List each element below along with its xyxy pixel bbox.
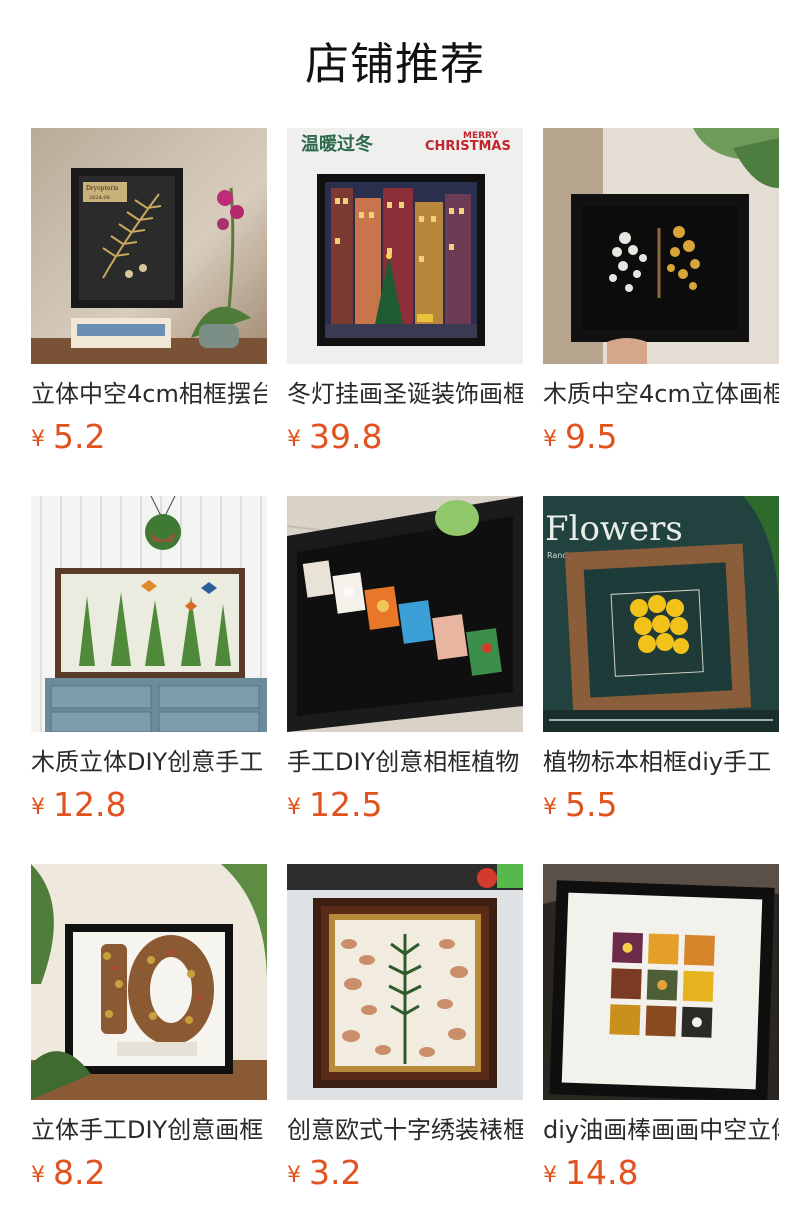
product-image[interactable]: Flowers Random luck in universe <box>543 496 779 732</box>
product-image[interactable] <box>31 864 267 1100</box>
product-price: ¥3.2 <box>287 1153 523 1193</box>
currency-symbol: ¥ <box>543 1163 557 1188</box>
product-price: ¥12.8 <box>31 785 267 825</box>
product-card[interactable]: 创意欧式十字绣装裱框 ¥3.2 <box>287 864 523 1204</box>
product-card[interactable]: 木质中空4cm立体画框 ¥9.5 <box>543 128 779 468</box>
product-price: ¥5.2 <box>31 417 267 457</box>
product-price: ¥8.2 <box>31 1153 267 1193</box>
price-amount: 39.8 <box>309 417 383 456</box>
product-name[interactable]: 手工DIY创意相框植物 <box>287 746 523 778</box>
product-card[interactable]: Dryopteris 2024.09 立体中空4cm相框摆台 ¥ 5.2 <box>31 128 267 468</box>
currency-symbol: ¥ <box>31 427 45 452</box>
currency-symbol: ¥ <box>543 427 557 452</box>
product-price: ¥5.5 <box>543 785 779 825</box>
price-amount: 5.2 <box>53 417 106 456</box>
store-recommendations-page: 店铺推荐 Dryopteris 2024.09 立体中空4cm相框摆台 ¥ 5.… <box>0 0 790 1232</box>
product-price: ¥39.8 <box>287 417 523 457</box>
currency-symbol: ¥ <box>287 1163 301 1188</box>
currency-symbol: ¥ <box>31 1163 45 1188</box>
price-amount: 9.5 <box>565 417 618 456</box>
price-amount: 8.2 <box>53 1153 106 1192</box>
product-price: ¥9.5 <box>543 417 779 457</box>
product-image[interactable] <box>543 128 779 364</box>
product-price: ¥14.8 <box>543 1153 779 1193</box>
price-amount: 12.5 <box>309 785 383 824</box>
product-card[interactable]: diy油画棒画画中空立体 ¥14.8 <box>543 864 779 1204</box>
product-card[interactable]: 木质立体DIY创意手工 ¥12.8 <box>31 496 267 836</box>
product-name[interactable]: 木质立体DIY创意手工 <box>31 746 267 778</box>
price-amount: 14.8 <box>565 1153 639 1192</box>
price-amount: 12.8 <box>53 785 127 824</box>
product-image[interactable] <box>543 864 779 1100</box>
product-image[interactable]: Dryopteris 2024.09 <box>31 128 267 364</box>
product-card[interactable]: Flowers Random luck in universe 植物标本相框di… <box>543 496 779 836</box>
specimen-label-text: Dryopteris <box>86 185 118 192</box>
currency-symbol: ¥ <box>543 795 557 820</box>
page-title: 店铺推荐 <box>305 39 485 90</box>
product-name[interactable]: 木质中空4cm立体画框 <box>543 378 779 410</box>
product-price: ¥12.5 <box>287 785 523 825</box>
product-image[interactable] <box>287 496 523 732</box>
product-image[interactable] <box>31 496 267 732</box>
banner-text: 温暖过冬 <box>301 133 373 155</box>
product-card[interactable]: 温暖过冬 MERRY CHRISTMAS 冬灯挂画圣诞装饰画框 ¥ 39.8 <box>287 128 523 468</box>
product-name[interactable]: diy油画棒画画中空立体 <box>543 1114 779 1146</box>
price-amount: 3.2 <box>309 1153 362 1192</box>
currency-symbol: ¥ <box>287 427 301 452</box>
currency-symbol: ¥ <box>287 795 301 820</box>
product-name[interactable]: 冬灯挂画圣诞装饰画框 <box>287 378 523 410</box>
currency-symbol: ¥ <box>31 795 45 820</box>
banner-text: CHRISTMAS <box>425 139 511 154</box>
product-name[interactable]: 植物标本相框diy手工 <box>543 746 779 778</box>
product-image[interactable] <box>287 864 523 1100</box>
product-name[interactable]: 创意欧式十字绣装裱框 <box>287 1114 523 1146</box>
product-image[interactable]: 温暖过冬 MERRY CHRISTMAS <box>287 128 523 364</box>
specimen-date-text: 2024.09 <box>89 195 110 201</box>
product-name[interactable]: 立体中空4cm相框摆台 <box>31 378 267 410</box>
product-card[interactable]: 手工DIY创意相框植物 ¥12.5 <box>287 496 523 836</box>
product-card[interactable]: 立体手工DIY创意画框 ¥8.2 <box>31 864 267 1204</box>
price-amount: 5.5 <box>565 785 618 824</box>
product-name[interactable]: 立体手工DIY创意画框 <box>31 1114 267 1146</box>
print-text: Flowers <box>545 509 683 549</box>
